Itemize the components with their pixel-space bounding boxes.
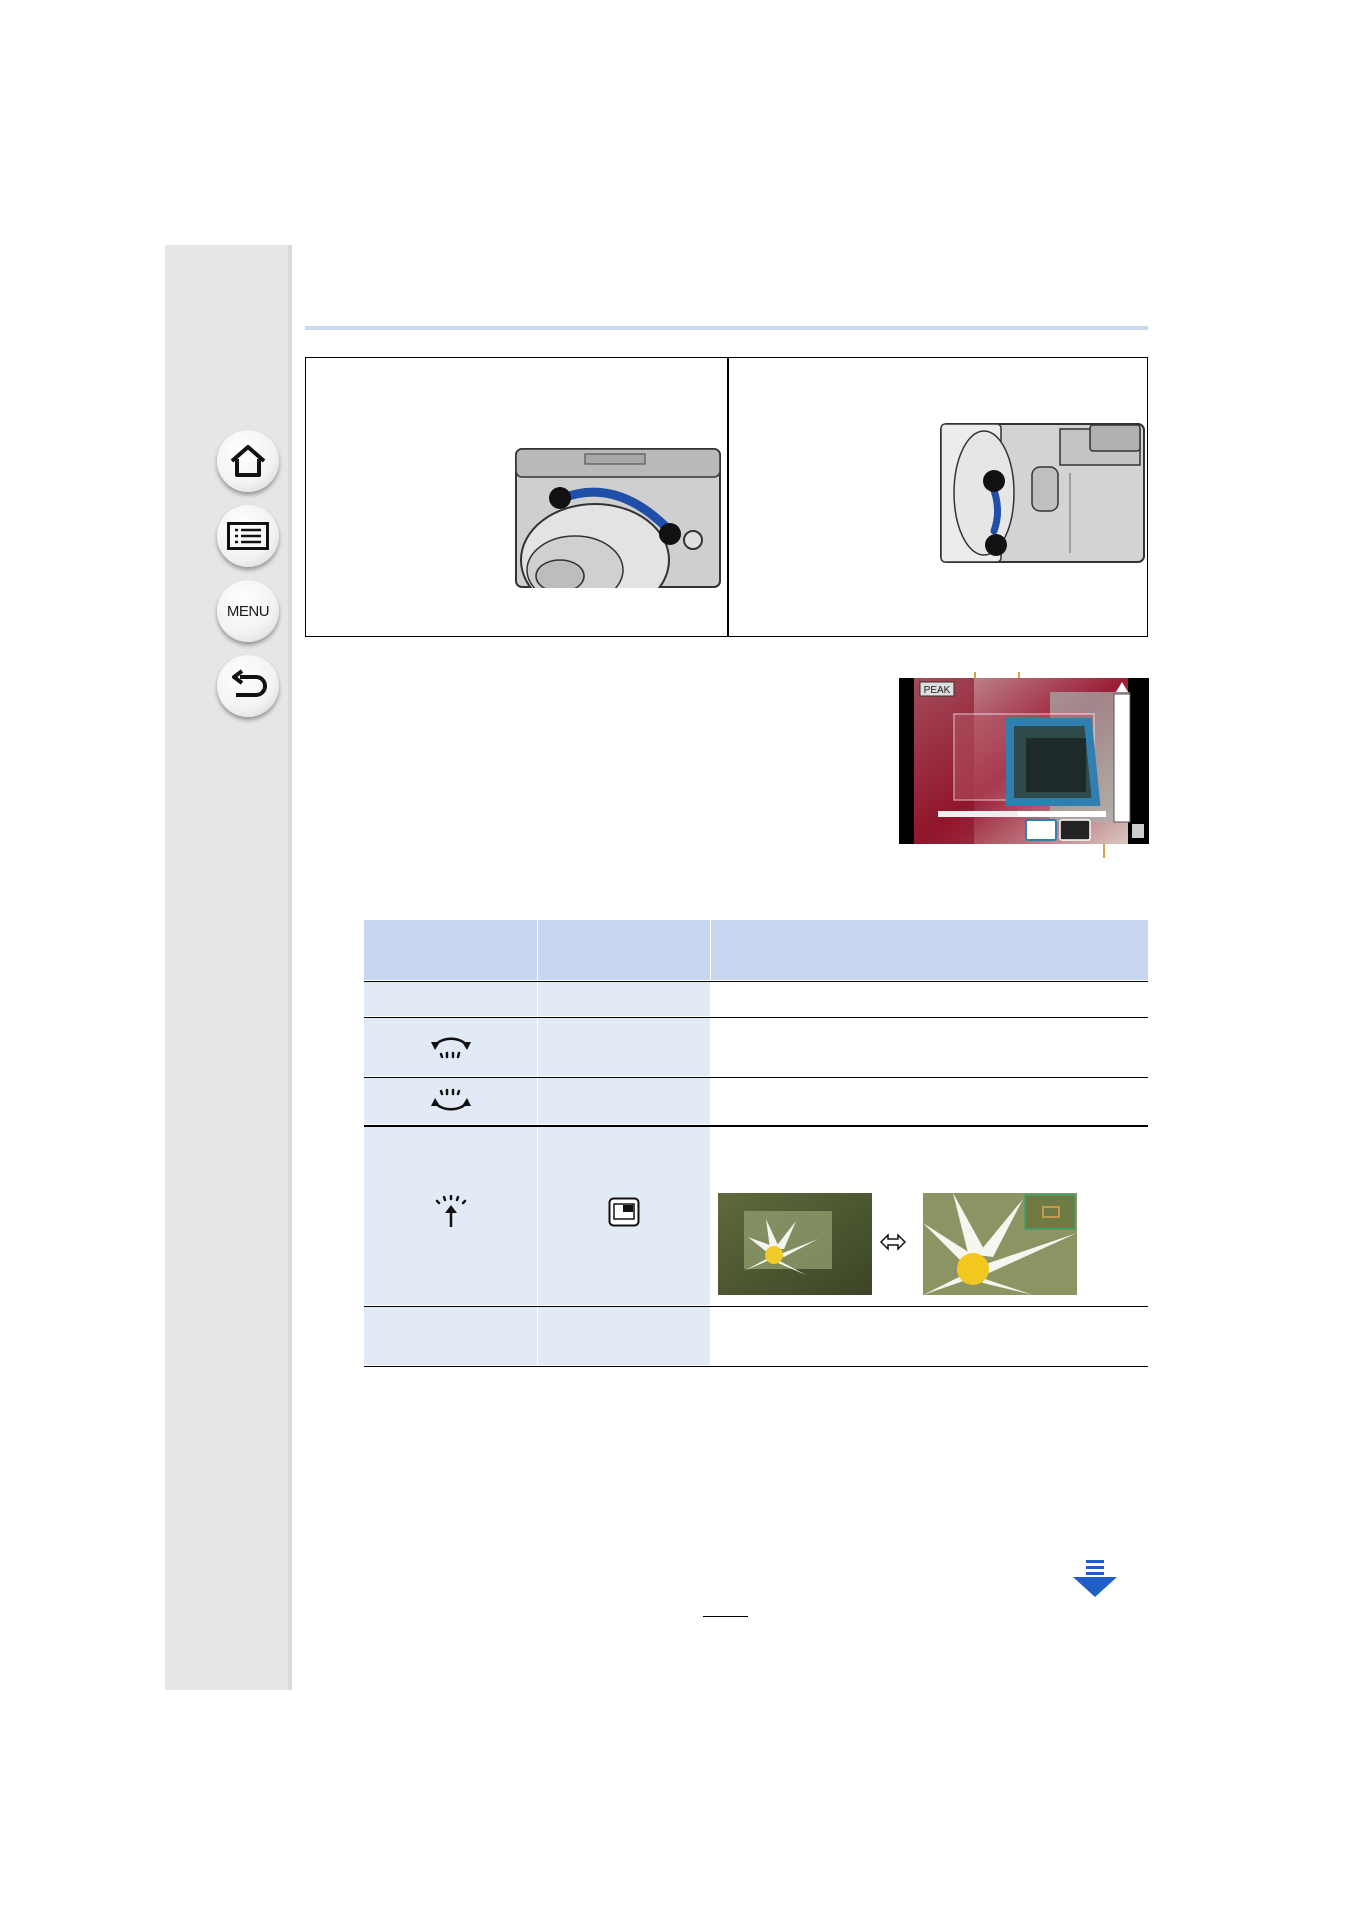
table-cell — [538, 1307, 710, 1365]
table-cell — [538, 1018, 710, 1076]
dial-rotate-ccw-icon — [430, 1037, 471, 1059]
contents-list-button[interactable] — [217, 505, 279, 567]
table-header-col1 — [364, 920, 537, 980]
focus-ring-illustration — [515, 448, 721, 588]
back-arrow-icon — [232, 669, 267, 697]
callout-marker-1 — [549, 487, 571, 509]
menu-button-label: MENU — [226, 602, 270, 620]
home-button[interactable] — [217, 430, 279, 492]
table-cell — [364, 982, 537, 1016]
back-button[interactable] — [217, 655, 279, 717]
home-icon — [230, 445, 266, 477]
focus-lever-illustration — [940, 423, 1145, 563]
callout-marker-4 — [985, 534, 1007, 556]
table-header-col2 — [538, 920, 710, 980]
table-row — [364, 1192, 537, 1232]
table-header-col3 — [711, 920, 1148, 980]
flower-pip-example — [923, 1193, 1077, 1295]
table-row-line — [364, 1306, 1148, 1307]
dial-press-icon — [435, 1195, 466, 1227]
callout-marker-3 — [983, 470, 1005, 492]
dial-rotate-cw-icon — [430, 1088, 471, 1111]
callout-marker-2 — [659, 523, 681, 545]
flower-fullscreen-example — [718, 1193, 872, 1295]
panel-divider — [727, 357, 729, 637]
table-row — [364, 1018, 537, 1076]
pip-display-icon — [608, 1197, 640, 1227]
table-cell — [538, 982, 710, 1016]
table-row-line — [364, 981, 1148, 982]
table-row-line — [364, 1125, 1148, 1127]
list-icon — [227, 522, 269, 550]
table-row — [364, 1078, 537, 1124]
menu-button[interactable]: MENU — [217, 580, 279, 642]
header-rule — [305, 326, 1148, 330]
peak-label: PEAK — [924, 685, 951, 696]
table-cell — [538, 1078, 710, 1124]
mf-assist-screen-illustration: PEAK — [899, 672, 1149, 858]
next-page-arrow-icon[interactable] — [1072, 1560, 1118, 1598]
sidebar-edge — [288, 245, 292, 1690]
table-row-line — [364, 1366, 1148, 1367]
table-row — [538, 1192, 710, 1232]
page-number-rule — [703, 1616, 748, 1617]
table-cell — [364, 1307, 537, 1365]
toggle-arrow-icon — [880, 1233, 906, 1251]
